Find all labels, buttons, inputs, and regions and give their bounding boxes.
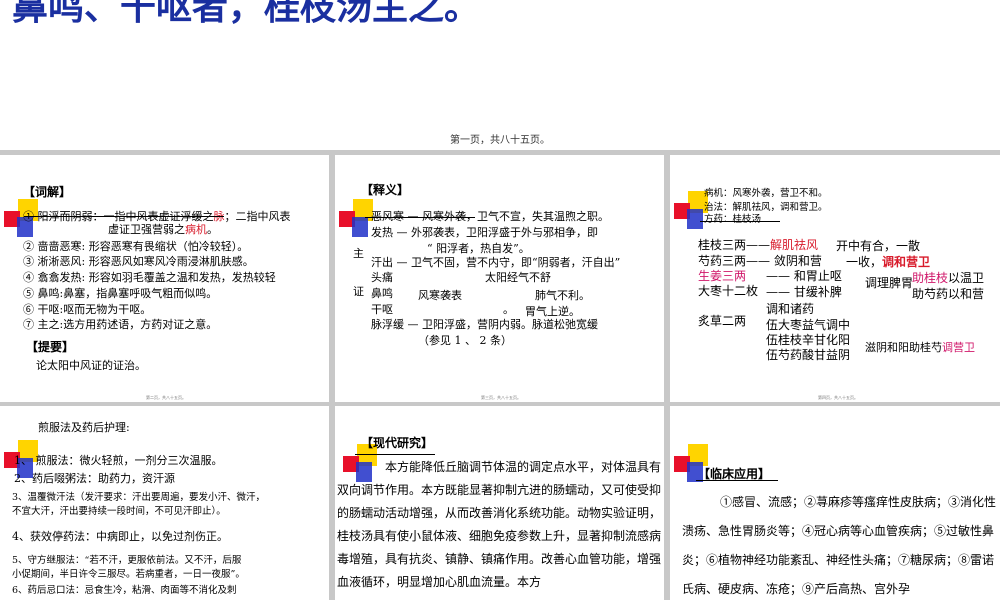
- slide-7[interactable]: 【临床应用】 ①感冒、流感；②荨麻疹等瘙痒性皮肤病；③消化性溃疡、急性胃肠炎等；…: [670, 406, 1000, 600]
- text-line: 3、温覆微汗法（发汗要求：汗出要周遍，要发小汗、微汗，: [12, 492, 266, 503]
- text-line: ⑤ 鼻鸣:鼻塞，指鼻塞呼吸气粗而似鸣。: [23, 287, 218, 300]
- text-line: —— 甘缓补脾: [766, 285, 842, 299]
- divider: [365, 217, 475, 218]
- text-line: 小促期间，半日许令三服尽。若病重者，一日一夜服”。: [12, 569, 245, 580]
- divider: [24, 216, 224, 217]
- section-heading: 【临床应用】: [698, 467, 771, 481]
- text-line: 滋阴和阳助桂芍调营卫: [865, 341, 975, 354]
- paragraph: 本方能降低丘脑调节体温的调定点水平，对体温具有双向调节作用。本方既能显著抑制亢进…: [337, 460, 662, 589]
- text-line: 芍药三两—— 敛阴和营: [698, 254, 822, 268]
- text-line: 胃气上逆。: [525, 305, 580, 318]
- text-line: ④ 翕翕发热: 形容如羽毛覆盖之温和发热，发热较轻: [23, 271, 276, 284]
- text-line: 大枣十二枚: [698, 284, 759, 298]
- text-line: ⑦ 主之:选方用药述语，方药对证之意。: [23, 318, 218, 331]
- page-number: 第四页，共八十五页。: [818, 395, 858, 400]
- text-line: 伍芍药酸甘益阴: [766, 348, 851, 362]
- slide-2[interactable]: 【词解】 ① 阳浮而阴弱：一指中风表虚证浮缓之脉；二指中风表 虚证卫强营弱之病机…: [0, 155, 329, 402]
- text-line: 头痛: [371, 271, 393, 284]
- text-line: 不宜大汗，汗出要持续一段时间，不可见汗即止）。: [12, 506, 226, 517]
- page-number: 第三页，共八十五页。: [481, 395, 521, 400]
- text-line: 发热 — 外邪袭表，卫阳浮盛于外与邪相争，即: [371, 226, 598, 239]
- text-line: 汗出 — 卫气不固，营不内守，即“阴弱者，汗自出”: [371, 256, 621, 269]
- text-line: 论太阳中风证的证治。: [36, 359, 146, 372]
- section-heading: 煎服法及药后护理:: [38, 421, 130, 434]
- page-number: 第二页，共八十五页。: [146, 395, 186, 400]
- label-zhu: 主: [353, 247, 364, 260]
- section-heading: 【词解】: [23, 185, 72, 199]
- text-line: 干呕: [371, 303, 393, 316]
- text-line: 1、 煎服法：微火轻煎，一剂分三次温服。: [14, 454, 223, 467]
- text-line: 治法：解肌祛风，调和营卫。: [704, 202, 828, 213]
- text-line: 伍桂枝辛甘化阳: [766, 333, 851, 347]
- text-line: 助芍药以和营: [912, 287, 985, 301]
- slide-1: 鼻鸣、干呕者，桂枝汤主之。 第一页，共八十五页。: [0, 0, 1000, 150]
- text-line: 调理脾胃: [865, 276, 914, 290]
- text-line: （参见 1 、 2 条）: [418, 334, 512, 347]
- slide-3[interactable]: 【释义】 恶风寒 — 风寒外袭，卫气不宣，失其温煦之职。 发热 — 外邪袭表，卫…: [335, 155, 664, 402]
- text-line: 一收，调和营卫: [846, 255, 931, 269]
- text-line: 助桂枝以温卫: [912, 271, 985, 285]
- text-line: 方药：桂枝汤: [704, 214, 762, 225]
- text-line: 鼻鸣: [371, 287, 393, 300]
- text-line: ⑥ 干呕:呕而无物为干呕。: [23, 303, 152, 316]
- slide-decoration-icon: [674, 191, 708, 229]
- label-zheng: 证: [353, 285, 364, 298]
- text-line: 病机：风寒外袭，营卫不和。: [704, 188, 828, 199]
- text-line: 太阳经气不舒: [485, 271, 551, 284]
- text-line: 虚证卫强营弱之病机。: [108, 223, 218, 236]
- text-line: 伍大枣益气调中: [766, 318, 851, 332]
- text-line: 桂枝三两——解肌祛风: [698, 238, 819, 252]
- text-line: “ 阳浮者，热自发”。: [427, 242, 530, 255]
- slide-1-title: 鼻鸣、干呕者，桂枝汤主之。: [12, 0, 481, 28]
- slide-6[interactable]: 【现代研究】 本方能降低丘脑调节体温的调定点水平，对体温具有双向调节作用。本方既…: [335, 406, 664, 600]
- section-heading: 【提要】: [26, 340, 75, 354]
- divider: [696, 480, 778, 481]
- text-line: 。: [503, 303, 514, 316]
- divider: [355, 454, 435, 455]
- text-line: 4、获效停药法：中病即止，以免过剂伤正。: [12, 530, 228, 543]
- text-line: —— 和胃止呕: [766, 269, 842, 283]
- text-line: 5、守方继服法：“若不汗，更服依前法。又不汗，后服: [12, 555, 242, 566]
- text-line: 脉浮缓 — 卫阳浮盛，营阴内弱。脉道松弛宽缓: [371, 318, 598, 331]
- text-line: ② 啬啬恶寒: 形容恶寒有畏缩状（怕冷较轻）。: [23, 240, 249, 253]
- slide-5[interactable]: 煎服法及药后护理: 1、 煎服法：微火轻煎，一剂分三次温服。 2、药后啜粥法：助…: [0, 406, 329, 600]
- section-heading: 【释义】: [361, 183, 410, 197]
- slide-4[interactable]: 病机：风寒外袭，营卫不和。 治法：解肌祛风，调和营卫。 方药：桂枝汤 桂枝三两—…: [670, 155, 1000, 402]
- text-line: 肺气不利。: [535, 289, 590, 302]
- text-line: ③ 淅淅恶风: 形容恶风如寒风冷雨浸淋肌肤感。: [23, 255, 254, 268]
- text-line: 炙草二两: [698, 314, 747, 328]
- text-line: 2、药后啜粥法：助药力，资汗源: [14, 472, 175, 485]
- text-line: 开中有合，一散: [836, 239, 921, 253]
- slide-decoration-icon: [339, 199, 373, 237]
- text-line: 调和诸药: [766, 302, 815, 316]
- section-heading: 【现代研究】: [361, 436, 434, 450]
- text-line: 风寒袭表: [418, 289, 462, 302]
- paragraph: ①感冒、流感；②荨麻疹等瘙痒性皮肤病；③消化性溃疡、急性胃肠炎等；④冠心病等心血…: [682, 495, 997, 596]
- text-line: 生姜三两: [698, 269, 747, 283]
- slide-1-page-number: 第一页，共八十五页。: [450, 135, 550, 146]
- text-line: 6、药后忌口法：忌食生冷，粘滑、肉面等不消化及刺: [12, 585, 237, 596]
- divider: [700, 221, 780, 222]
